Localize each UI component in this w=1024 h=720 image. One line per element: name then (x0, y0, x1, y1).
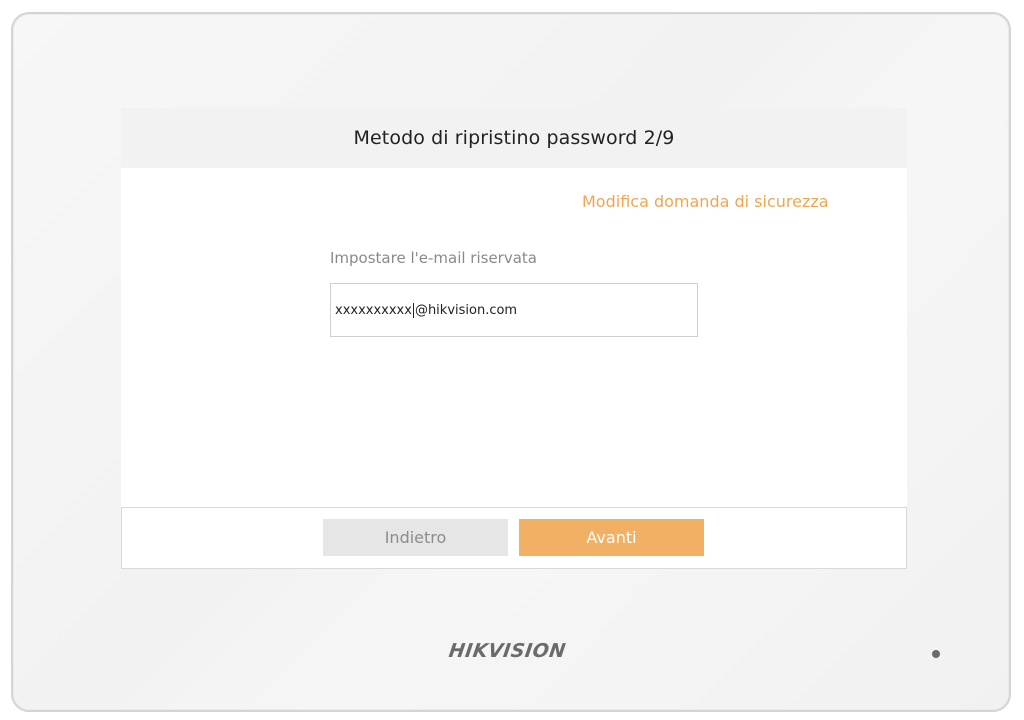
change-security-question-link[interactable]: Modifica domanda di sicurezza (582, 192, 829, 211)
email-value-part-1: xxxxxxxxxx (335, 302, 412, 318)
indicator-light (932, 650, 940, 658)
header-bar: Metodo di ripristino password 2/9 (121, 108, 907, 168)
footer-bar: Indietro Avanti (121, 507, 907, 569)
page-title: Metodo di ripristino password 2/9 (353, 127, 675, 149)
next-button[interactable]: Avanti (519, 519, 704, 556)
email-value-part-2: @hikvision.com (414, 302, 518, 318)
brand-logo: HIKVISION (447, 640, 568, 662)
email-label: Impostare l'e-mail riservata (330, 249, 537, 267)
text-cursor (412, 302, 414, 318)
screen: Metodo di ripristino password 2/9 Modifi… (121, 108, 907, 569)
email-field[interactable]: xxxxxxxxxx @hikvision.com (330, 283, 698, 337)
back-button[interactable]: Indietro (323, 519, 508, 556)
